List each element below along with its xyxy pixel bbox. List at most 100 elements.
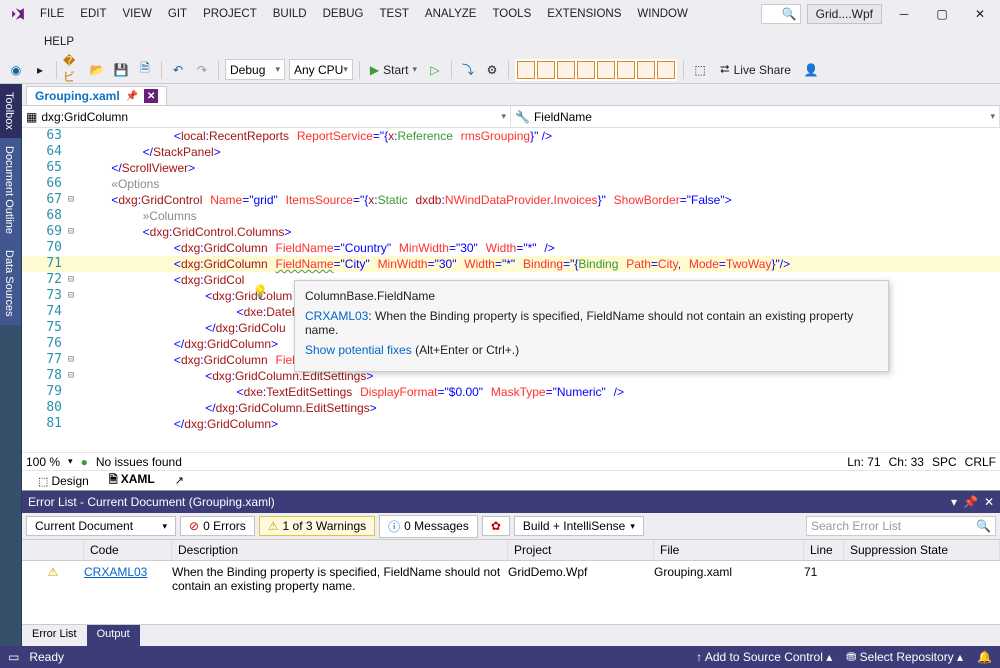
diag-4[interactable] [577, 61, 595, 79]
diag-1[interactable] [517, 61, 535, 79]
menu-TEST[interactable]: TEST [372, 4, 417, 24]
warnings-filter[interactable]: ⚠1 of 3 Warnings [259, 516, 375, 536]
menu-EXTENSIONS[interactable]: EXTENSIONS [539, 4, 629, 24]
menu-HELP[interactable]: HELP [36, 32, 82, 52]
error-search[interactable]: Search Error List🔍 [806, 516, 996, 536]
process-icon[interactable]: ⚙ [482, 60, 502, 80]
doc-tab-grouping[interactable]: Grouping.xaml 📌 ✕ [26, 86, 167, 105]
error-code-link[interactable]: CRXAML03 [84, 565, 147, 579]
save-all-icon[interactable]: 🗎 [135, 60, 155, 80]
show-fixes-link[interactable]: Show potential fixes [305, 343, 412, 357]
scope-combo[interactable]: Current Document▾ [26, 516, 176, 536]
output-icon[interactable]: ▭ [8, 650, 19, 664]
close-button[interactable]: ✕ [964, 2, 996, 26]
undo-icon[interactable]: ↶ [168, 60, 188, 80]
quick-info-tooltip: ColumnBase.FieldName CRXAML03: When the … [294, 280, 889, 372]
col-desc[interactable]: Description [172, 540, 508, 560]
col-code[interactable]: Code [84, 540, 172, 560]
diag-6[interactable] [617, 61, 635, 79]
quick-launch[interactable]: 🔍 [761, 4, 801, 24]
save-icon[interactable]: 💾 [111, 60, 131, 80]
col-suppress[interactable]: Suppression State [844, 540, 1000, 560]
tab-design[interactable]: ⬚ Design [28, 472, 99, 490]
nav-back-icon[interactable]: ◉ [6, 60, 26, 80]
wrench-icon: 🔧 [515, 110, 530, 124]
col-line[interactable]: Line [804, 540, 844, 560]
diag-7[interactable] [637, 61, 655, 79]
panel-header: Error List - Current Document (Grouping.… [22, 491, 1000, 513]
menu-DEBUG[interactable]: DEBUG [315, 4, 372, 24]
build-filter[interactable]: Build + IntelliSense▾ [514, 516, 644, 536]
nav-scope-combo[interactable]: ▦dxg:GridColumn [22, 106, 511, 127]
platform-combo[interactable]: Any CPU [289, 59, 353, 80]
messages-filter[interactable]: ⓘ0 Messages [379, 515, 478, 538]
side-tab-well: Toolbox Document Outline Data Sources [0, 84, 22, 646]
nav-fwd-icon[interactable]: ▸ [30, 60, 50, 80]
tab-xaml[interactable]: 🗎 XAML [99, 469, 165, 492]
side-tab-toolbox[interactable]: Toolbox [0, 84, 21, 138]
select-repo[interactable]: ⛃ Select Repository ▴ [846, 650, 963, 664]
live-share-button[interactable]: ⮂Live Share [714, 62, 797, 77]
errors-filter[interactable]: ⊘0 Errors [180, 516, 255, 536]
notifications-icon[interactable]: 🔔 [977, 650, 992, 664]
panel-pin-icon[interactable]: 📌 [963, 495, 978, 509]
extension-icon[interactable]: ⬚ [690, 60, 710, 80]
search-icon: 🔍 [782, 7, 797, 21]
diag-2[interactable] [537, 61, 555, 79]
side-tab-data-sources[interactable]: Data Sources [0, 242, 21, 325]
minimize-button[interactable]: ─ [888, 2, 920, 26]
add-source-control[interactable]: ↑ Add to Source Control ▴ [696, 650, 832, 664]
diag-8[interactable] [657, 61, 675, 79]
solution-name[interactable]: Grid....Wpf [807, 4, 882, 24]
tooltip-code-link[interactable]: CRXAML03 [305, 309, 368, 323]
config-combo[interactable]: Debug [225, 59, 285, 80]
zoom-combo[interactable]: 100 % [26, 455, 60, 469]
close-tab-icon[interactable]: ✕ [144, 89, 158, 103]
col-file[interactable]: File [654, 540, 804, 560]
maximize-button[interactable]: ▢ [926, 2, 958, 26]
error-row[interactable]: ⚠ CRXAML03 When the Binding property is … [22, 561, 1000, 597]
live-share-icon: ⮂ [720, 62, 730, 77]
col-indicator: Ch: 33 [889, 455, 924, 469]
menu-ANALYZE[interactable]: ANALYZE [417, 4, 485, 24]
nav-member-combo[interactable]: 🔧FieldName [511, 106, 1000, 127]
col-icon[interactable] [22, 540, 84, 560]
error-project: GridDemo.Wpf [508, 565, 654, 579]
vs-logo-icon[interactable] [4, 0, 32, 28]
menu-VIEW[interactable]: VIEW [115, 4, 160, 24]
redo-icon[interactable]: ↷ [192, 60, 212, 80]
menu-WINDOW[interactable]: WINDOW [629, 4, 695, 24]
menu-BUILD[interactable]: BUILD [265, 4, 315, 24]
menu-GIT[interactable]: GIT [160, 4, 195, 24]
pin-icon[interactable]: 📌 [126, 91, 138, 102]
crlf-indicator: CRLF [965, 455, 996, 469]
diag-3[interactable] [557, 61, 575, 79]
menu-PROJECT[interactable]: PROJECT [195, 4, 265, 24]
code-editor[interactable]: 63 <local:RecentReports ReportService="{… [22, 128, 1000, 452]
tab-output[interactable]: Output [87, 625, 140, 646]
tab-error-list[interactable]: Error List [22, 625, 87, 646]
tooltip-title: ColumnBase.FieldName [305, 289, 878, 303]
menubar: FILEEDITVIEWGITPROJECTBUILDDEBUGTESTANAL… [0, 0, 1000, 28]
start-button[interactable]: ▶Start ▾ [366, 63, 421, 77]
step-icon[interactable]: ⤵ [458, 60, 478, 80]
col-project[interactable]: Project [508, 540, 654, 560]
lightbulb-icon[interactable] [252, 284, 268, 300]
issues-ok-icon: ● [81, 455, 88, 469]
panel-close-icon[interactable]: ✕ [984, 495, 994, 509]
xaml-filter[interactable]: ✿ [482, 516, 510, 536]
issues-text: No issues found [96, 455, 182, 469]
open-file-icon[interactable]: 📂 [87, 60, 107, 80]
document-tabs: Grouping.xaml 📌 ✕ [22, 84, 1000, 106]
panel-menu-icon[interactable]: ▾ [951, 495, 957, 509]
menu-FILE[interactable]: FILE [32, 4, 72, 24]
start-no-debug-icon[interactable]: ▷ [425, 60, 445, 80]
side-tab-doc-outline[interactable]: Document Outline [0, 138, 21, 242]
diag-5[interactable] [597, 61, 615, 79]
new-project-icon[interactable]: �ビ [63, 60, 83, 80]
menu-EDIT[interactable]: EDIT [72, 4, 114, 24]
output-tabs: Error List Output [22, 624, 1000, 646]
menu-TOOLS[interactable]: TOOLS [484, 4, 539, 24]
popout-icon[interactable]: ↗ [165, 472, 194, 489]
account-icon[interactable]: 👤 [801, 60, 821, 80]
